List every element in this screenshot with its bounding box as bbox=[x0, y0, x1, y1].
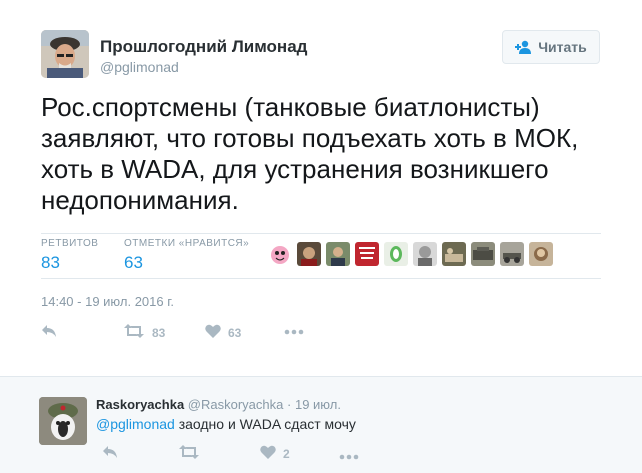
follow-button[interactable]: Читать bbox=[502, 30, 600, 64]
reply-body: заодно и WADA сдаст мочу bbox=[174, 416, 356, 432]
more-icon bbox=[284, 324, 304, 338]
like-count: 2 bbox=[283, 446, 290, 461]
mention-link[interactable]: @pglimonad bbox=[96, 416, 175, 432]
likes-stat[interactable]: ОТМЕТКИ «НРАВИТСЯ» 63 bbox=[124, 238, 249, 273]
liker-avatar[interactable] bbox=[297, 242, 321, 266]
retweet-icon bbox=[178, 445, 200, 462]
reply-author-avatar[interactable] bbox=[39, 397, 87, 445]
tweet-text: Рос.спортсмены (танковые биатлонисты) за… bbox=[41, 92, 579, 215]
main-tweet: Прошлогодний Лимонад @pglimonad Читать Р… bbox=[0, 0, 642, 370]
more-icon bbox=[339, 449, 359, 463]
tweet-timestamp[interactable]: 14:40 - 19 июл. 2016 г. bbox=[41, 294, 174, 309]
likes-label: ОТМЕТКИ «НРАВИТСЯ» bbox=[124, 238, 250, 249]
liker-avatar[interactable] bbox=[529, 242, 553, 266]
retweet-button[interactable] bbox=[178, 445, 200, 462]
liker-avatar[interactable] bbox=[268, 242, 292, 266]
retweets-label: РЕТВИТОВ bbox=[41, 238, 99, 249]
divider bbox=[41, 278, 601, 279]
reply-header: Raskoryachka @Raskoryachka · 19 июл. bbox=[96, 397, 341, 412]
like-button[interactable]: 63 bbox=[205, 324, 241, 341]
liker-avatars bbox=[268, 242, 553, 266]
reply-author-name[interactable]: Raskoryachka bbox=[96, 397, 184, 412]
add-user-icon bbox=[515, 40, 532, 54]
reply-button[interactable] bbox=[102, 445, 118, 462]
author-avatar[interactable] bbox=[41, 30, 89, 78]
reply-text: @pglimonad заодно и WADA сдаст мочу bbox=[96, 416, 356, 432]
retweet-button[interactable]: 83 bbox=[123, 324, 165, 341]
retweets-value: 83 bbox=[41, 253, 60, 272]
reply-icon bbox=[41, 324, 57, 341]
follow-label: Читать bbox=[538, 39, 587, 55]
likes-value: 63 bbox=[124, 253, 143, 272]
author-name[interactable]: Прошлогодний Лимонад bbox=[100, 37, 307, 57]
more-button[interactable] bbox=[284, 324, 304, 338]
liker-avatar[interactable] bbox=[442, 242, 466, 266]
reply-author-handle[interactable]: @Raskoryachka bbox=[188, 397, 284, 412]
liker-avatar[interactable] bbox=[500, 242, 524, 266]
like-count: 63 bbox=[228, 325, 242, 340]
retweet-icon bbox=[123, 324, 145, 341]
reply-button[interactable] bbox=[41, 324, 57, 341]
heart-icon bbox=[205, 324, 221, 341]
liker-avatar[interactable] bbox=[384, 242, 408, 266]
reply-tweet: Raskoryachka @Raskoryachka · 19 июл. @pg… bbox=[0, 377, 642, 473]
retweets-stat[interactable]: РЕТВИТОВ 83 bbox=[41, 238, 98, 273]
liker-avatar[interactable] bbox=[413, 242, 437, 266]
reply-date[interactable]: 19 июл. bbox=[295, 397, 341, 412]
reply-icon bbox=[102, 445, 118, 462]
heart-icon bbox=[260, 445, 276, 462]
meta-separator: · bbox=[287, 397, 292, 412]
retweet-count: 83 bbox=[152, 325, 166, 340]
author-handle[interactable]: @pglimonad bbox=[100, 59, 179, 75]
like-button[interactable]: 2 bbox=[260, 445, 290, 462]
liker-avatar[interactable] bbox=[326, 242, 350, 266]
liker-avatar[interactable] bbox=[355, 242, 379, 266]
more-button[interactable] bbox=[339, 449, 359, 463]
liker-avatar[interactable] bbox=[471, 242, 495, 266]
divider bbox=[41, 233, 601, 234]
